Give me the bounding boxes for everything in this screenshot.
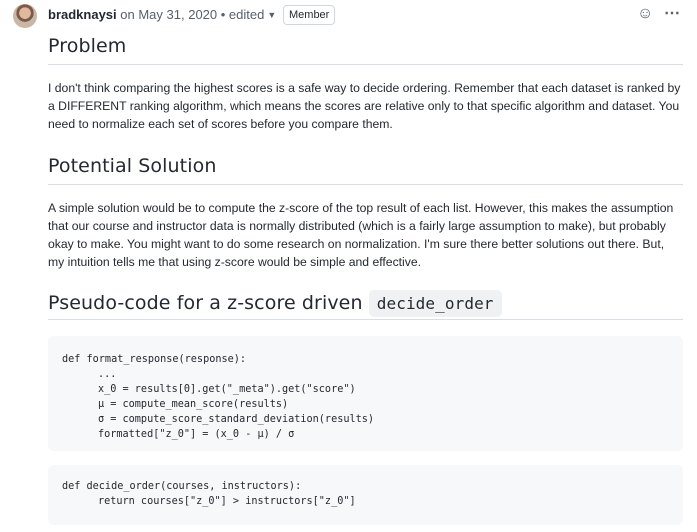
comment-meta: bradknaysi on May 31, 2020 • edited ▼ (48, 7, 276, 22)
code-block-format-response: def format_response(response):... x_0 = r… (48, 336, 683, 451)
decide-order-code: decide_order (368, 290, 502, 317)
comment-header: bradknaysi on May 31, 2020 • edited ▼ Mem… (0, 0, 697, 32)
avatar[interactable] (13, 4, 37, 28)
smiley-icon[interactable]: ☺ (637, 5, 653, 23)
code-line: μ = compute_mean_score(results) (98, 399, 289, 410)
author-link[interactable]: bradknaysi (48, 7, 117, 22)
edited-label: • edited (220, 7, 265, 22)
code-line: def decide_order(courses, instructors): (62, 481, 302, 492)
pseudo-code-heading-text: Pseudo-code for a z-score driven (48, 292, 363, 314)
kebab-menu-icon[interactable]: ⋯ (664, 5, 680, 23)
code-line: ... (98, 369, 117, 380)
code-block-decide-order: def decide_order(courses, instructors): r… (48, 465, 683, 525)
code-line: def format_response(response): (62, 354, 247, 365)
problem-heading: Problem (48, 35, 683, 65)
code-line: σ = compute_score_standard_deviation(res… (98, 414, 375, 425)
code-line: x_0 = results[0].get("_meta").get("score… (98, 384, 356, 395)
member-badge: Member (283, 5, 336, 25)
problem-paragraph: I don't think comparing the highest scor… (48, 81, 681, 131)
solution-heading: Potential Solution (48, 155, 683, 185)
pseudo-code-heading: Pseudo-code for a z-score driven decide_… (48, 290, 683, 320)
caret-down-icon: ▼ (267, 10, 277, 20)
solution-paragraph: A simple solution would be to compute th… (48, 201, 674, 269)
code-line: return courses["z_0"] > instructors["z_0… (98, 496, 356, 507)
code-line: formatted["z_0"] = (x_0 - μ) / σ (98, 429, 295, 440)
comment-date[interactable]: on May 31, 2020 (120, 7, 217, 22)
edited-dropdown[interactable]: • edited ▼ (221, 7, 277, 22)
comment-body: Problem I don't think comparing the high… (48, 32, 683, 525)
